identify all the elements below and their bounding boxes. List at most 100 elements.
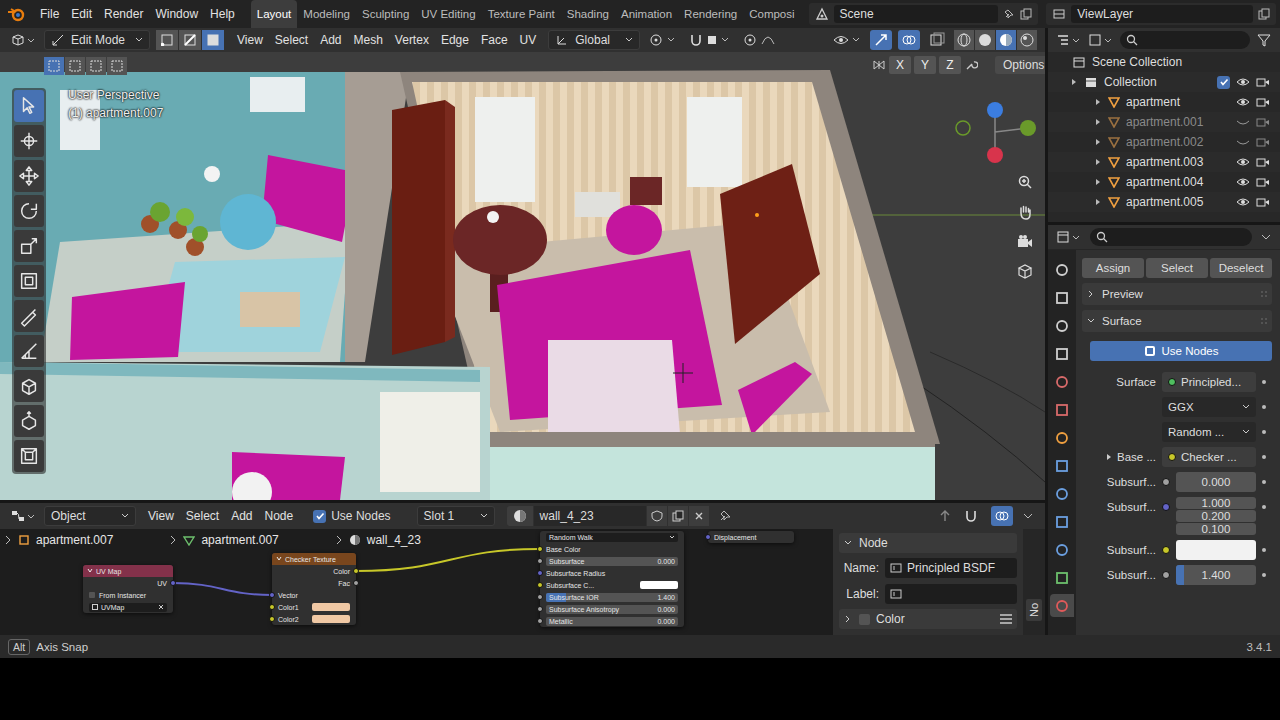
vector-component-field[interactable]: 0.100 <box>1176 523 1256 535</box>
xray-icon[interactable] <box>928 32 946 48</box>
menu-item[interactable]: Add <box>225 506 258 526</box>
menu-item[interactable]: Add <box>314 30 347 50</box>
scene-collection-row[interactable]: Scene Collection <box>1048 52 1280 72</box>
properties-tab[interactable] <box>1050 566 1074 589</box>
node-value-slider[interactable]: Metallic0.000 <box>546 617 678 626</box>
keyframe-dot[interactable] <box>1262 548 1266 552</box>
properties-tab[interactable] <box>1050 426 1074 449</box>
expand-triangle-icon[interactable] <box>1094 138 1102 146</box>
properties-search[interactable] <box>1090 228 1252 246</box>
scene-name[interactable]: Scene <box>834 5 999 23</box>
parent-node-tree-icon[interactable] <box>937 508 953 524</box>
output-socket[interactable] <box>353 568 359 574</box>
menu-item[interactable]: Edit <box>65 4 98 24</box>
axis-toggle[interactable]: X <box>889 56 911 74</box>
menu-item[interactable]: Mesh <box>348 30 389 50</box>
keyframe-dot[interactable] <box>1262 573 1266 577</box>
output-socket[interactable] <box>353 580 359 586</box>
number-field[interactable]: 0.000 <box>1176 472 1256 492</box>
outliner-search[interactable] <box>1120 31 1250 49</box>
solid-shading-button[interactable] <box>975 30 995 50</box>
workspace-tab[interactable]: Modeling <box>297 0 356 28</box>
eye-icon[interactable] <box>1236 77 1250 87</box>
workspace-tab[interactable]: Sculpting <box>356 0 415 28</box>
eye-icon[interactable] <box>1236 157 1250 167</box>
material-shading-button[interactable] <box>996 30 1016 50</box>
node-panel-header[interactable]: Node <box>839 533 1017 553</box>
overlays-toggle[interactable] <box>991 506 1013 526</box>
node-value-slider[interactable]: Subsurface0.000 <box>546 557 678 566</box>
properties-panel-header[interactable]: Preview <box>1082 283 1272 305</box>
select-mode-button[interactable] <box>202 30 224 50</box>
eye-closed-icon[interactable] <box>1236 137 1250 147</box>
tool-button[interactable] <box>14 440 44 472</box>
workspace-tab[interactable]: UV Editing <box>415 0 481 28</box>
input-socket[interactable] <box>705 534 711 540</box>
workspace-tab[interactable]: Layout <box>251 0 298 28</box>
box-select-mode-button[interactable] <box>86 57 106 75</box>
duplicate-button[interactable] <box>668 506 688 526</box>
camera-icon[interactable] <box>1256 97 1270 107</box>
menu-item[interactable]: Window <box>149 4 204 24</box>
pin-icon[interactable] <box>1003 8 1015 20</box>
slot-dropdown[interactable]: Slot 1 <box>417 506 495 526</box>
menu-item[interactable]: Edge <box>435 30 475 50</box>
pivot-icon[interactable] <box>648 32 678 48</box>
shader-node[interactable]: Displacement <box>708 531 794 543</box>
linked-input-field[interactable]: Checker ... <box>1162 447 1256 467</box>
node-name-field[interactable]: Principled BSDF <box>885 558 1017 578</box>
menu-item[interactable]: Render <box>98 4 149 24</box>
menu-item[interactable]: Select <box>269 30 314 50</box>
camera-icon[interactable] <box>1256 137 1270 147</box>
color-swatch[interactable] <box>1176 540 1256 560</box>
expand-triangle-icon[interactable] <box>1094 178 1102 186</box>
tool-button[interactable] <box>14 405 44 437</box>
overlays-toggle[interactable] <box>898 30 920 50</box>
outliner-object-row[interactable]: apartment.001 <box>1048 112 1280 132</box>
editor-type-icon[interactable] <box>1056 229 1082 245</box>
camera-icon[interactable] <box>1256 77 1270 87</box>
menu-item[interactable]: Help <box>204 4 241 24</box>
workspace-tab[interactable]: Shading <box>561 0 615 28</box>
eye-icon[interactable] <box>1236 177 1250 187</box>
outliner-object-row[interactable]: apartment.005 <box>1048 192 1280 212</box>
expand-triangle-icon[interactable] <box>1094 98 1102 106</box>
properties-tab[interactable] <box>1050 258 1074 281</box>
snap-icon[interactable] <box>963 508 983 524</box>
color-subpanel-header[interactable]: Color <box>839 609 1017 629</box>
gizmo-toggle[interactable] <box>870 30 892 50</box>
chevron-icon[interactable] <box>1260 231 1272 243</box>
expand-triangle-icon[interactable] <box>1094 198 1102 206</box>
node-link[interactable] <box>173 583 272 595</box>
expand-triangle-icon[interactable] <box>1070 78 1078 86</box>
input-socket[interactable] <box>537 570 543 576</box>
proportional-edit-icon[interactable] <box>742 32 786 48</box>
input-socket[interactable] <box>269 604 275 610</box>
menu-item[interactable]: UV <box>514 30 543 50</box>
editor-type-icon[interactable] <box>10 508 36 524</box>
properties-tab[interactable] <box>1050 314 1074 337</box>
workspace-tab[interactable]: Texture Paint <box>482 0 561 28</box>
box-select-mode-button[interactable] <box>65 57 85 75</box>
properties-tab[interactable] <box>1050 342 1074 365</box>
butterfly-icon[interactable] <box>872 58 886 72</box>
axis-toggle[interactable]: Y <box>914 56 936 74</box>
copy-icon[interactable] <box>1258 8 1270 20</box>
select-mode-button[interactable] <box>156 30 178 50</box>
node-value-slider[interactable]: Subsurface IOR1.400 <box>546 593 678 602</box>
vector-component-field[interactable]: 1.000 <box>1176 497 1256 509</box>
output-socket[interactable] <box>170 580 176 586</box>
tool-button[interactable] <box>14 90 44 122</box>
wireframe-shading-button[interactable] <box>954 30 974 50</box>
node-title[interactable]: Checker Texture <box>272 553 356 565</box>
properties-tab[interactable] <box>1050 398 1074 421</box>
shader-node[interactable]: Checker TextureColorFacVectorColor1Color… <box>272 553 356 625</box>
node-value-slider[interactable]: Subsurface Anisotropy0.000 <box>546 605 678 614</box>
property-dropdown[interactable]: Random ... <box>1162 422 1256 442</box>
camera-icon[interactable] <box>1256 117 1270 127</box>
use-nodes-toggle[interactable]: Use Nodes <box>313 509 390 523</box>
input-socket[interactable] <box>537 582 543 588</box>
menu-item[interactable]: File <box>34 4 65 24</box>
tool-button[interactable] <box>14 230 44 262</box>
properties-tab[interactable] <box>1050 594 1074 617</box>
